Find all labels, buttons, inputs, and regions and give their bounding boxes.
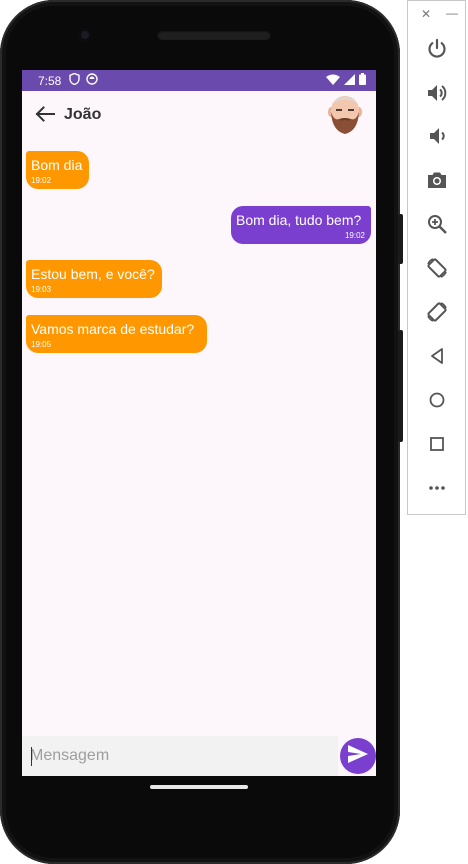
toolbar-window-controls: ✕ — [408,6,465,23]
volume-side-button [398,330,403,442]
message-bubble-received[interactable]: Vamos marca de estudar? 19:05 [26,315,207,353]
phone-frame: 7:58 João Bom dia 19:02 Bom dia, tudo be… [0,0,403,864]
battery-icon [359,73,366,88]
shield-icon [69,72,81,88]
home-indicator[interactable] [150,785,248,789]
close-icon[interactable]: ✕ [421,7,431,21]
message-text: Bom dia, tudo bem? [236,212,362,228]
message-time: 19:03 [31,285,52,294]
notification-icon [86,73,99,88]
message-text: Estou bem, e você? [31,266,155,282]
text-cursor [31,747,32,766]
back-icon[interactable] [424,343,450,369]
message-bubble-received[interactable]: Estou bem, e você? 19:03 [26,260,162,298]
message-bubble-sent[interactable]: Bom dia, tudo bem? 19:02 [231,206,371,244]
front-camera [78,28,92,42]
message-time: 19:02 [31,176,52,185]
zoom-icon[interactable] [424,211,450,237]
wifi-icon [326,74,340,88]
message-bubble-received[interactable]: Bom dia 19:02 [26,151,89,189]
message-text: Vamos marca de estudar? [31,321,195,337]
message-composer [22,736,376,776]
rotate-left-icon[interactable] [424,255,450,281]
send-button[interactable] [340,738,376,774]
volume-down-icon[interactable] [424,123,450,149]
contact-avatar[interactable] [326,95,364,135]
rotate-right-icon[interactable] [424,299,450,325]
power-icon[interactable] [424,36,450,62]
chat-app-bar: João [22,91,376,139]
cellular-signal-icon [344,73,355,88]
message-time: 19:05 [31,340,52,349]
status-bar: 7:58 [22,70,376,91]
camera-icon[interactable] [424,167,450,193]
message-time: 19:02 [344,231,365,240]
message-text: Bom dia [31,157,83,173]
volume-up-icon[interactable] [424,80,450,106]
back-arrow-icon[interactable] [34,103,56,125]
send-icon [348,744,368,768]
minimize-icon[interactable]: — [446,6,458,20]
device-screen: 7:58 João Bom dia 19:02 Bom dia, tudo be… [22,70,376,776]
more-icon[interactable] [424,475,450,501]
home-icon[interactable] [424,387,450,413]
overview-icon[interactable] [424,431,450,457]
status-time: 7:58 [38,73,62,88]
earpiece-speaker [157,30,271,40]
power-side-button [398,214,403,264]
contact-name: João [64,106,102,123]
emulator-toolbar: ✕ — [407,0,466,515]
message-input[interactable] [22,736,338,776]
